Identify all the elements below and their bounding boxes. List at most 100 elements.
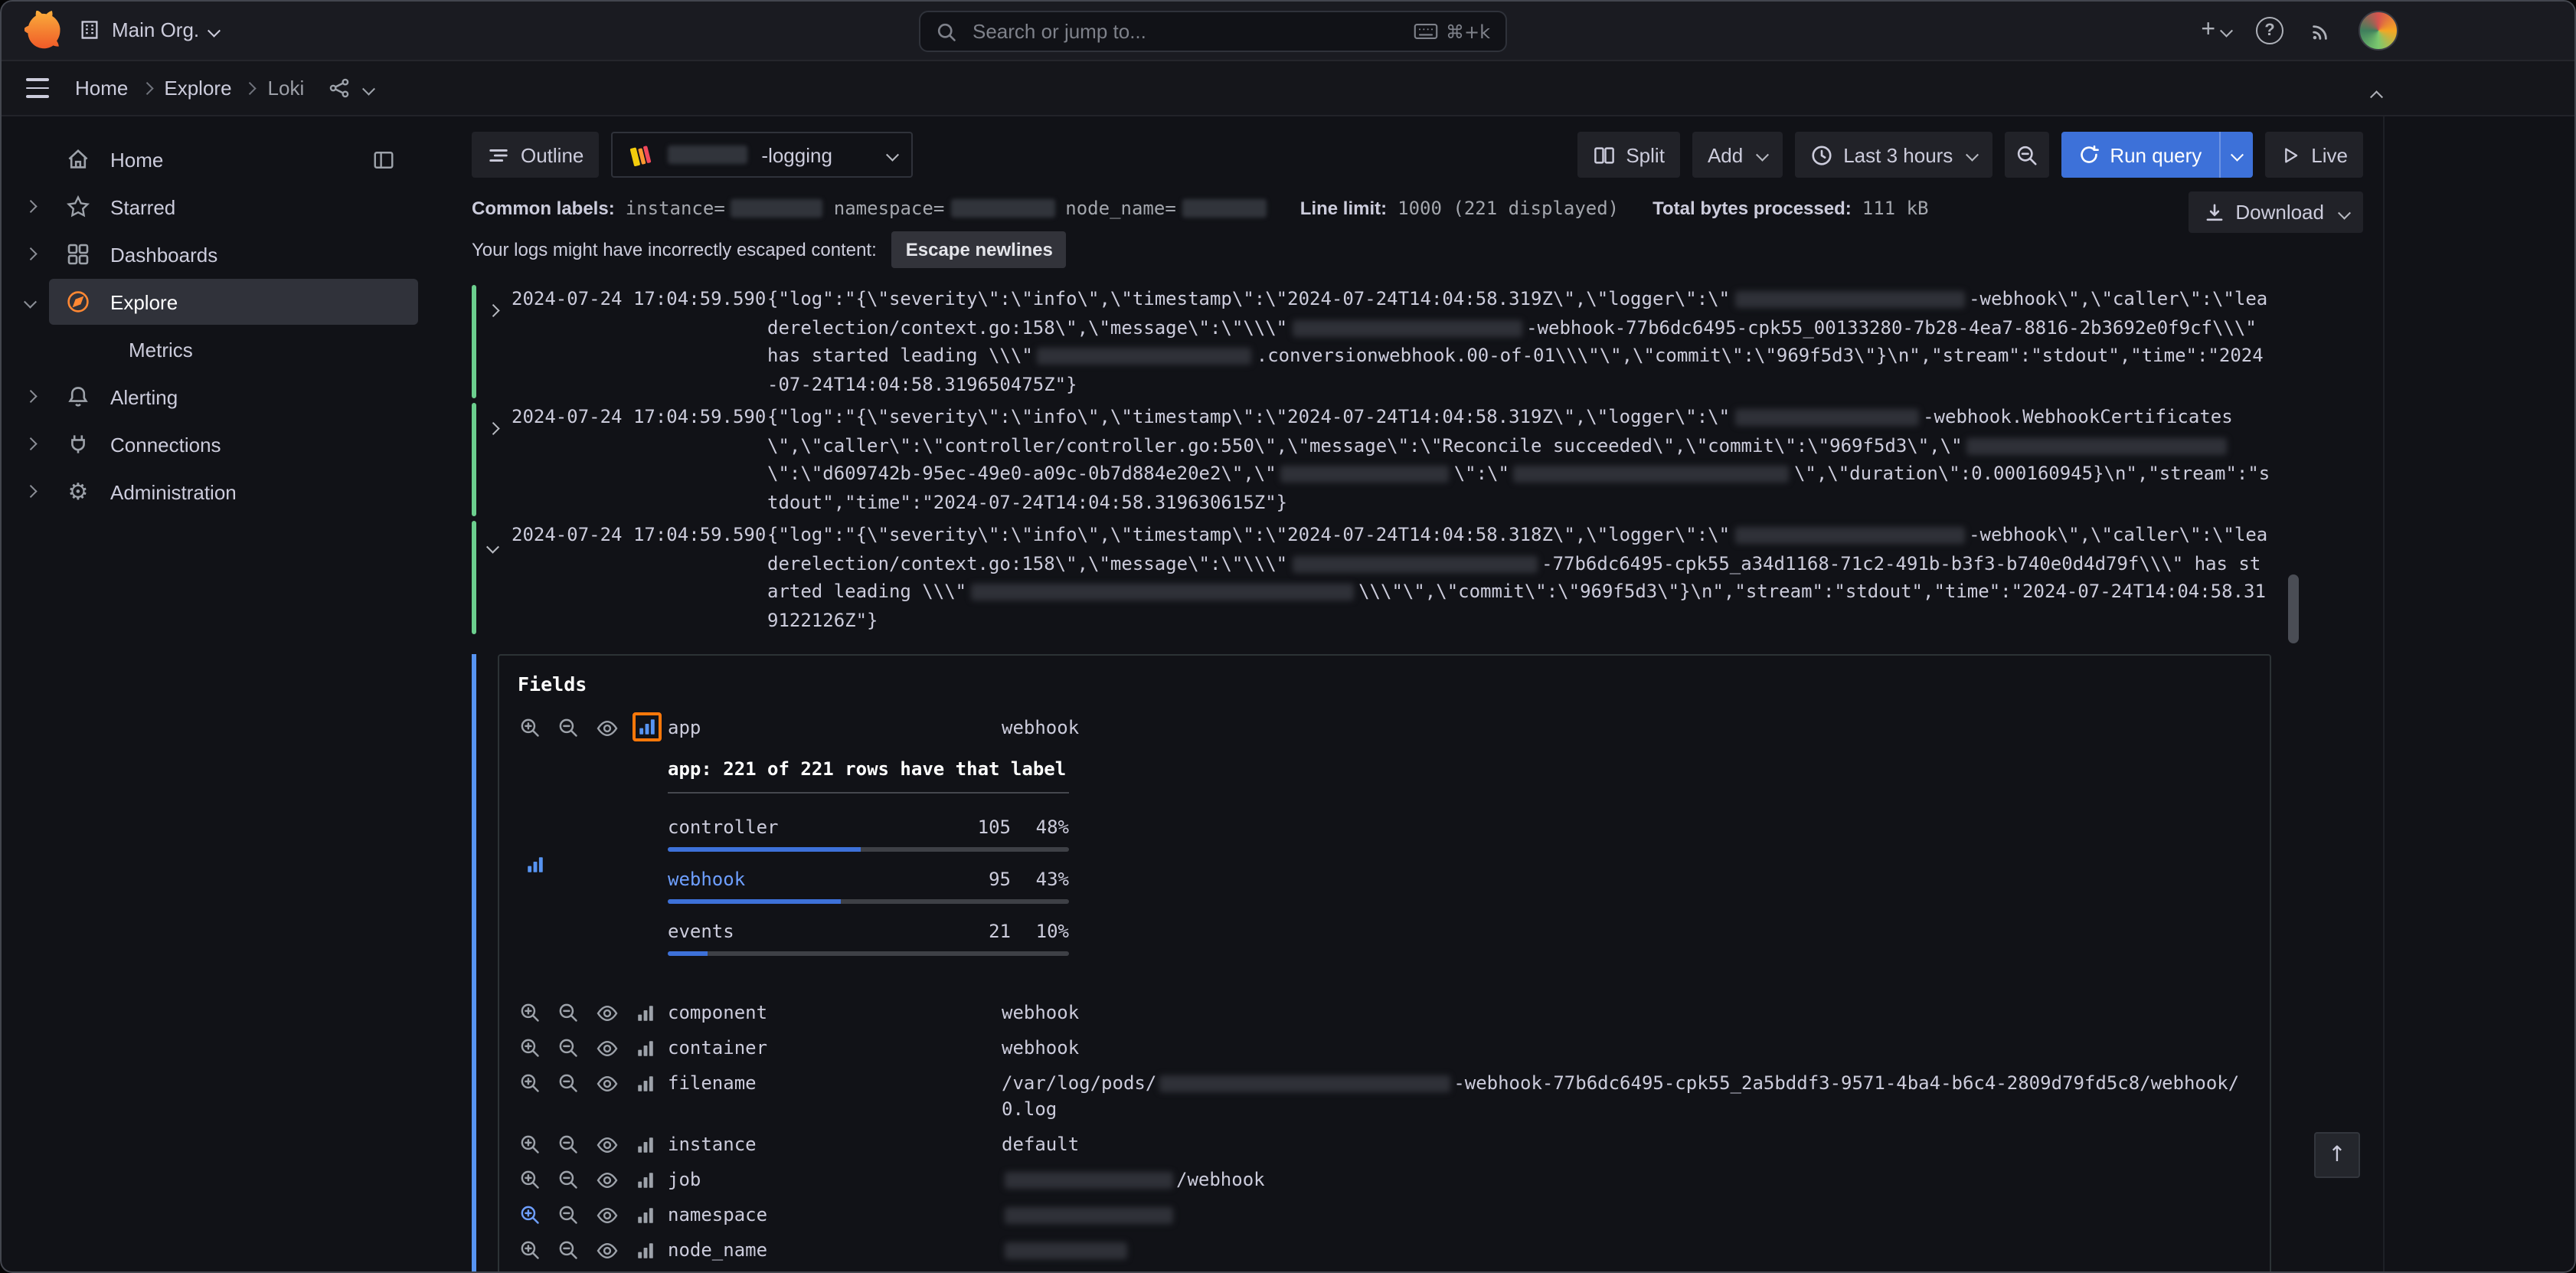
building-icon xyxy=(78,18,101,41)
toggle-visibility-icon[interactable] xyxy=(594,1238,619,1262)
filter-for-value-icon[interactable] xyxy=(518,1203,542,1227)
datasource-picker[interactable]: -logging xyxy=(611,132,913,178)
log-expand-icon[interactable] xyxy=(489,285,512,398)
split-icon xyxy=(1592,143,1615,166)
help-icon[interactable]: ? xyxy=(2256,17,2283,44)
plus-icon: + xyxy=(2201,17,2215,44)
toggle-visibility-icon[interactable] xyxy=(594,1132,619,1157)
download-button[interactable]: Download xyxy=(2188,191,2363,233)
field-value: webhook xyxy=(1002,1036,2251,1062)
search-input[interactable] xyxy=(969,18,1401,44)
field-stats-icon[interactable] xyxy=(633,1203,657,1227)
sidebar-item-label: Metrics xyxy=(129,338,193,361)
filter-for-value-icon[interactable] xyxy=(518,1238,542,1262)
share-icon[interactable] xyxy=(327,77,350,100)
field-stats-icon[interactable] xyxy=(633,1167,657,1192)
breadcrumb-home[interactable]: Home xyxy=(75,77,128,100)
field-label: app xyxy=(668,715,1002,741)
filter-out-value-icon[interactable] xyxy=(556,1036,580,1060)
split-button[interactable]: Split xyxy=(1577,132,1680,178)
field-stats-icon[interactable] xyxy=(633,1071,657,1095)
stat-value-name[interactable]: events xyxy=(668,919,950,944)
toggle-visibility-icon[interactable] xyxy=(594,1203,619,1227)
run-query-button[interactable]: Run query xyxy=(2061,132,2253,178)
news-rss-icon[interactable] xyxy=(2310,19,2332,42)
sidebar-item-explore[interactable]: Explore xyxy=(12,279,418,325)
filter-for-value-icon[interactable] xyxy=(518,1167,542,1192)
stat-value-name[interactable]: webhook xyxy=(668,867,950,892)
sidebar-item-starred[interactable]: Starred xyxy=(12,184,418,230)
chevron-down-icon[interactable] xyxy=(362,82,374,94)
chevron-right-icon xyxy=(25,391,37,403)
breadcrumb-explore[interactable]: Explore xyxy=(164,77,231,100)
new-menu[interactable]: + xyxy=(2201,17,2230,44)
chevron-right-icon xyxy=(25,486,37,498)
scrollbar-thumb[interactable] xyxy=(2288,574,2299,643)
toggle-visibility-icon[interactable] xyxy=(594,1000,619,1025)
redacted-text xyxy=(1005,1207,1173,1224)
field-stats-icon[interactable] xyxy=(633,1238,657,1262)
log-level-bar xyxy=(472,403,476,516)
filter-out-value-icon[interactable] xyxy=(556,1132,580,1157)
sidebar-item-connections[interactable]: Connections xyxy=(12,421,418,467)
redacted-text xyxy=(1734,291,1964,308)
log-line-text: {"log":"{\"severity\":\"info\",\"timesta… xyxy=(767,403,2300,516)
filter-for-value-icon[interactable] xyxy=(518,1132,542,1157)
filter-for-value-icon[interactable] xyxy=(518,715,542,740)
filter-out-value-icon[interactable] xyxy=(556,1167,580,1192)
field-row-actions xyxy=(518,1000,668,1025)
right-edge-divider xyxy=(2383,61,2385,1273)
org-picker[interactable]: Main Org. xyxy=(78,18,218,41)
filter-for-value-icon[interactable] xyxy=(518,1000,542,1025)
stats-header: app: 221 of 221 rows have that label xyxy=(668,757,1069,794)
filter-for-value-icon[interactable] xyxy=(518,1071,542,1095)
global-search[interactable]: ⌘+k xyxy=(919,11,1507,52)
field-stats-icon[interactable] xyxy=(633,1036,657,1060)
sidebar-item-administration[interactable]: ⚙ Administration xyxy=(12,469,418,515)
field-stats-icon[interactable] xyxy=(633,1132,657,1157)
toggle-visibility-icon[interactable] xyxy=(594,1036,619,1060)
breadcrumb-bar: Home Explore Loki xyxy=(0,61,2576,116)
breadcrumb: Home Explore Loki xyxy=(75,77,304,100)
field-row: component webhook xyxy=(518,996,2251,1031)
redacted-text xyxy=(1159,1075,1450,1092)
sidebar-item-dashboards[interactable]: Dashboards xyxy=(12,231,418,277)
time-range-picker[interactable]: Last 3 hours xyxy=(1794,132,1992,178)
log-expand-icon[interactable] xyxy=(489,521,512,634)
scroll-to-top-button[interactable]: ↑ xyxy=(2314,1132,2360,1178)
avatar[interactable] xyxy=(2359,11,2398,51)
sidebar-item-alerting[interactable]: Alerting xyxy=(12,374,418,420)
filter-out-value-icon[interactable] xyxy=(556,1238,580,1262)
filter-for-value-icon[interactable] xyxy=(518,1036,542,1060)
live-button[interactable]: Live xyxy=(2265,132,2363,178)
toggle-visibility-icon[interactable] xyxy=(594,1167,619,1192)
filter-out-value-icon[interactable] xyxy=(556,1000,580,1025)
run-query-options-chevron[interactable] xyxy=(2218,132,2253,178)
add-button[interactable]: Add xyxy=(1692,132,1782,178)
toggle-visibility-icon[interactable] xyxy=(594,1071,619,1095)
toggle-visibility-icon[interactable] xyxy=(594,715,619,740)
filter-out-value-icon[interactable] xyxy=(556,715,580,740)
log-expand-icon[interactable] xyxy=(489,403,512,516)
menu-icon[interactable] xyxy=(26,79,49,97)
field-stats-icon-active[interactable] xyxy=(633,712,662,741)
collapse-panel-icon[interactable] xyxy=(2372,83,2380,106)
outline-button[interactable]: Outline xyxy=(472,132,599,178)
grafana-logo[interactable] xyxy=(25,10,64,50)
filter-out-value-icon[interactable] xyxy=(556,1071,580,1095)
escape-newlines-button[interactable]: Escape newlines xyxy=(892,231,1067,268)
sidebar-item-metrics[interactable]: Metrics xyxy=(12,326,418,372)
dock-menu-icon[interactable] xyxy=(372,148,395,171)
zoom-out-time-button[interactable] xyxy=(2004,132,2048,178)
stat-bar xyxy=(668,847,1069,852)
log-row: 2024-07-24 17:04:59.590 {"log":"{\"sever… xyxy=(472,403,2300,516)
sidebar-item-home[interactable]: Home xyxy=(12,136,418,182)
stat-value-name[interactable]: controller xyxy=(668,815,950,839)
field-stats-icon[interactable] xyxy=(633,1000,657,1025)
home-icon xyxy=(63,147,93,172)
breadcrumb-loki[interactable]: Loki xyxy=(268,77,305,100)
download-icon xyxy=(2203,201,2225,223)
sidebar-item-label: Explore xyxy=(110,290,178,313)
filter-out-value-icon[interactable] xyxy=(556,1203,580,1227)
arrow-up-icon: ↑ xyxy=(2328,1143,2346,1167)
